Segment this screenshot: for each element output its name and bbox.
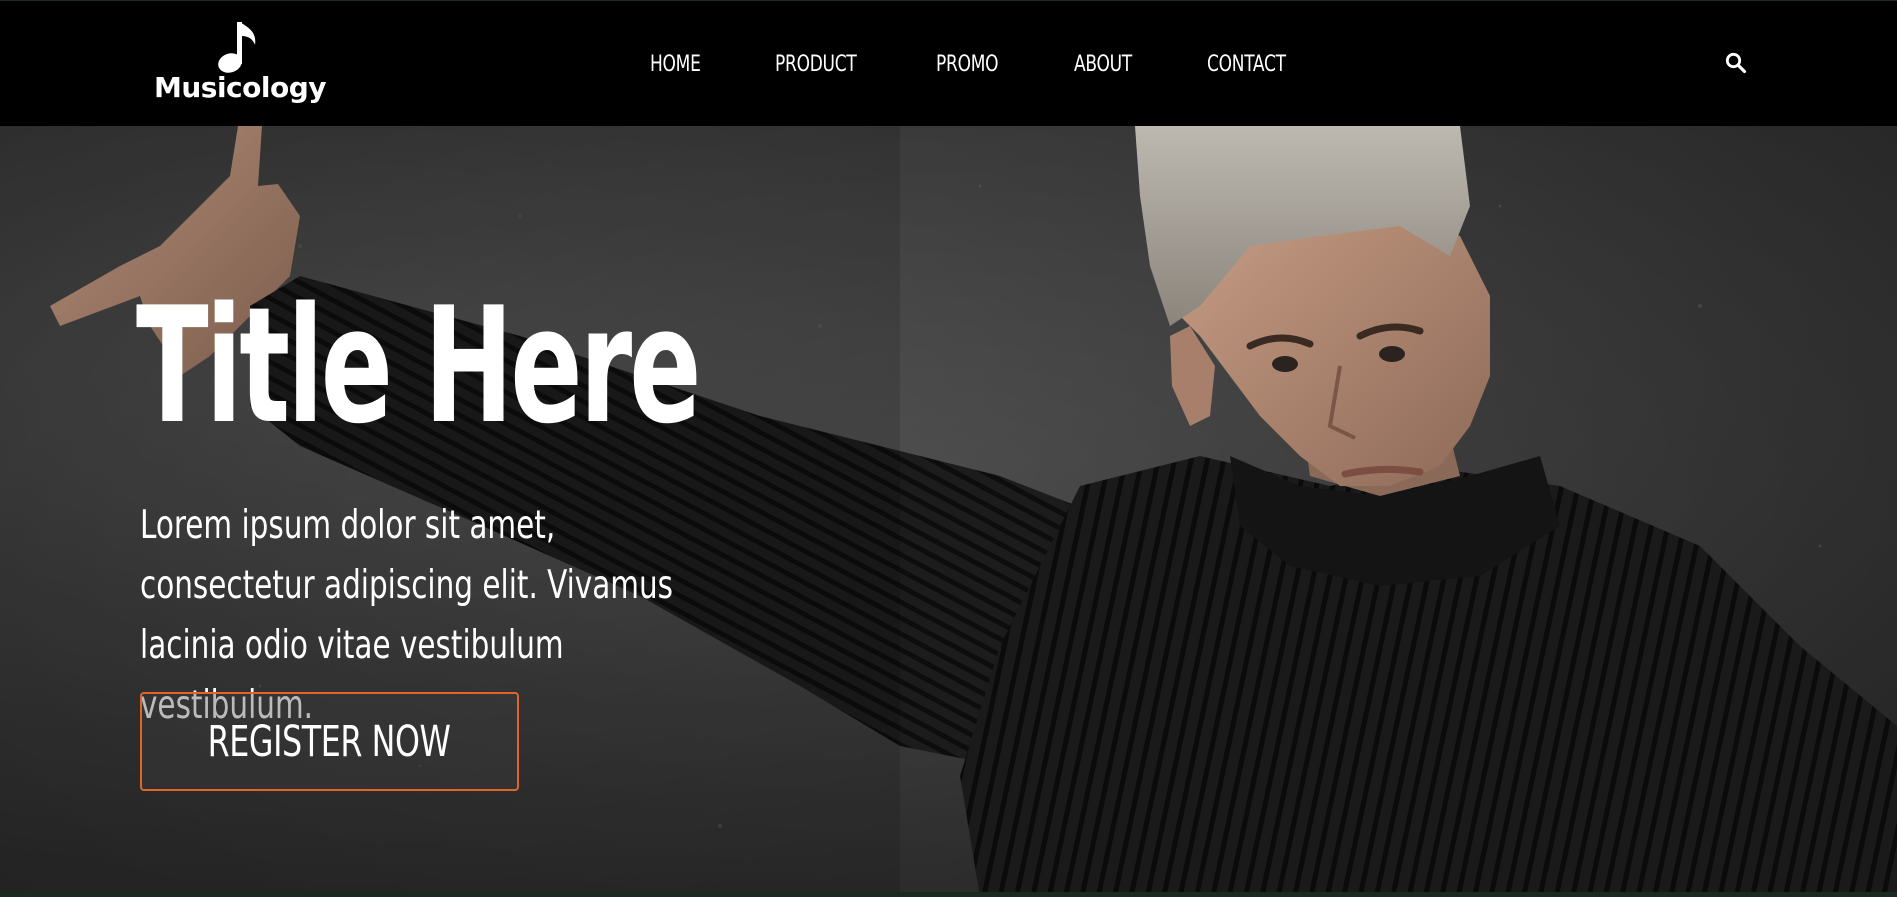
main-nav: HOME PRODUCT PROMO ABOUT CONTACT <box>650 1 1299 127</box>
hero-title: Title Here <box>136 272 701 459</box>
brand-name: Musicology <box>154 71 327 104</box>
brand-logo[interactable]: Musicology <box>152 17 327 109</box>
nav-item-home[interactable]: HOME <box>650 52 701 77</box>
nav-item-promo[interactable]: PROMO <box>936 52 999 77</box>
nav-item-product[interactable]: PRODUCT <box>775 52 857 77</box>
hero-bottom-divider <box>0 892 1897 897</box>
music-note-icon <box>218 22 256 73</box>
search-icon[interactable] <box>1724 51 1748 75</box>
register-now-button[interactable]: REGISTER NOW <box>140 692 519 791</box>
nav-item-contact[interactable]: CONTACT <box>1207 52 1286 77</box>
site-header: Musicology HOME PRODUCT PROMO ABOUT CONT… <box>0 0 1897 126</box>
landing-page: Musicology HOME PRODUCT PROMO ABOUT CONT… <box>0 0 1897 897</box>
hero-section: Title Here Lorem ipsum dolor sit amet, c… <box>0 126 1897 897</box>
register-now-label: REGISTER NOW <box>208 716 451 767</box>
nav-item-about[interactable]: ABOUT <box>1074 52 1132 77</box>
